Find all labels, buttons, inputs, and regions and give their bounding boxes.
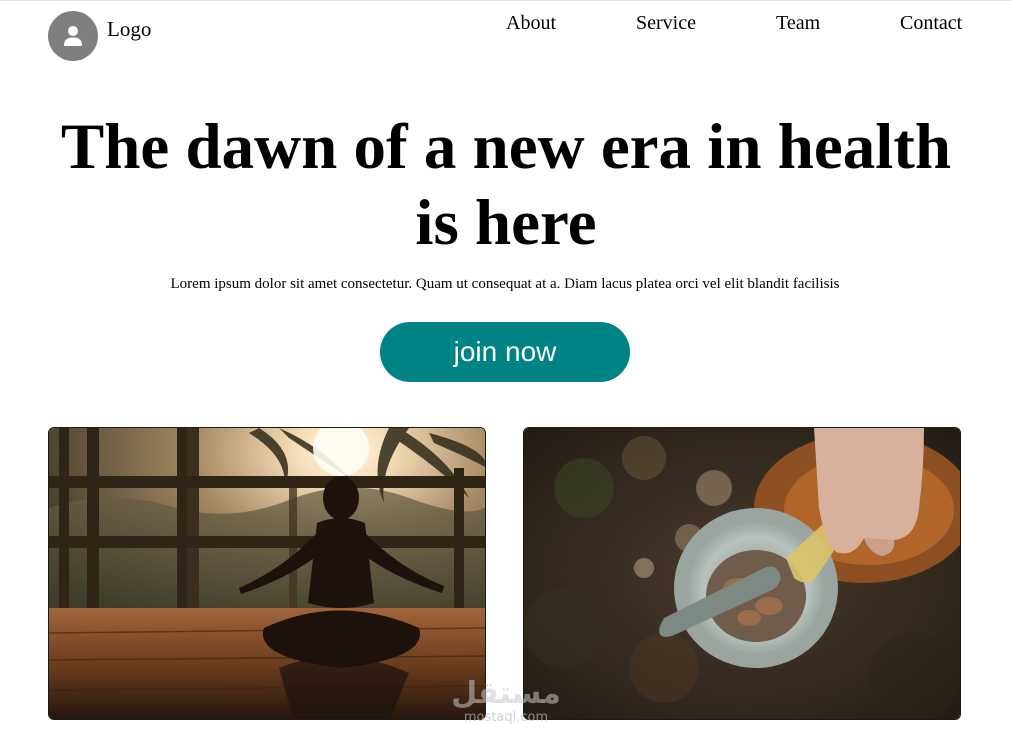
- hero-subtitle: Lorem ipsum dolor sit amet consectetur. …: [170, 276, 840, 292]
- page-title: The dawn of a new era in health is here: [60, 111, 952, 259]
- join-now-button[interactable]: join now: [380, 322, 630, 382]
- nav-item-service[interactable]: Service: [636, 12, 696, 35]
- yoga-photo: [48, 427, 486, 720]
- nav-item-contact[interactable]: Contact: [900, 12, 962, 35]
- nav-item-about[interactable]: About: [506, 12, 556, 35]
- nav-item-team[interactable]: Team: [776, 12, 820, 35]
- main-nav: About Service Team Contact: [0, 12, 1012, 42]
- mortar-pestle-photo: [523, 427, 961, 720]
